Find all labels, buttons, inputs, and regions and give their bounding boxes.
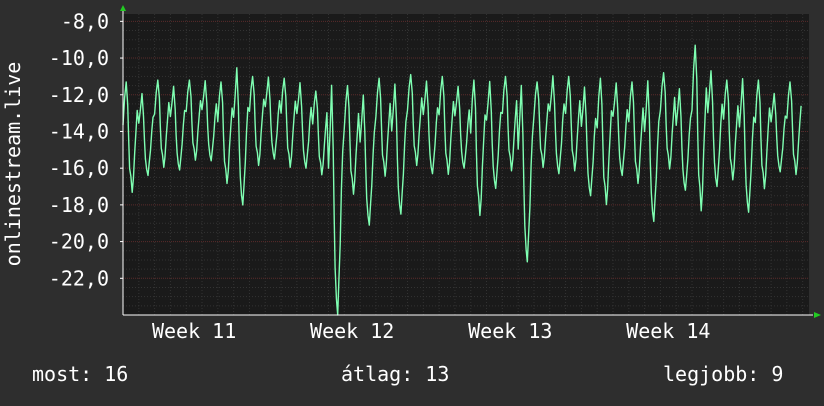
y-tick-label: -16,0 [49, 156, 109, 180]
x-axis-arrow [814, 312, 821, 318]
y-axis-label: onlinestream.live [1, 62, 25, 267]
x-tick-label: Week 13 [468, 319, 552, 343]
y-tick-label: -22,0 [49, 266, 109, 290]
x-tick-label: Week 11 [152, 319, 236, 343]
y-tick-label: -14,0 [49, 119, 109, 143]
chart: -8,0 -10,0 -12,0 -14,0 -16,0 -18,0 -20,0 -22,0 W… [0, 0, 824, 402]
chart-svg: -8,0 -10,0 -12,0 -14,0 -16,0 -18,0 -20,0 -22,0 W… [1, 5, 821, 343]
current-value: most: 16 [32, 362, 129, 386]
y-tick-label: -18,0 [49, 193, 109, 217]
y-tick-label: -20,0 [49, 230, 109, 254]
y-tick-label: -10,0 [49, 46, 109, 70]
x-tick-label: Week 14 [626, 319, 710, 343]
y-tick-label: -8,0 [61, 9, 109, 33]
y-tick-label: -12,0 [49, 83, 109, 107]
plot-area [123, 14, 809, 315]
y-axis-arrow [120, 5, 126, 11]
best-value: legjobb: 9 [663, 362, 784, 386]
x-tick-label: Week 12 [310, 319, 394, 343]
average-value: átlag: 13 [341, 362, 450, 386]
